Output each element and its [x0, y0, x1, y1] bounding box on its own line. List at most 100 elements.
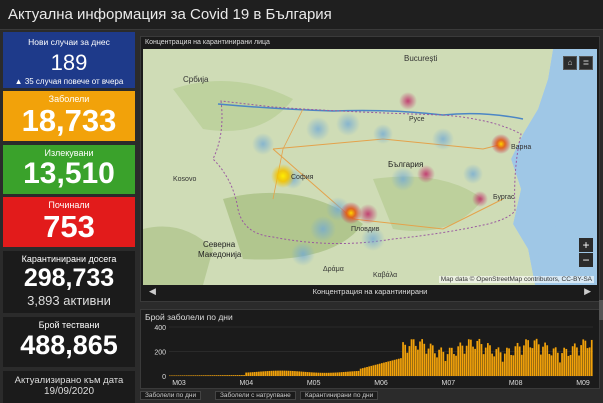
bar[interactable] — [351, 371, 353, 376]
bar[interactable] — [394, 360, 396, 376]
bar[interactable] — [451, 348, 453, 376]
bar[interactable] — [235, 375, 237, 376]
bar[interactable] — [489, 345, 491, 376]
bar[interactable] — [171, 375, 173, 376]
home-icon[interactable]: ⌂ — [563, 56, 577, 70]
bar[interactable] — [250, 372, 252, 376]
bar[interactable] — [256, 372, 258, 376]
bar[interactable] — [534, 340, 536, 376]
bar[interactable] — [421, 339, 423, 376]
bar[interactable] — [538, 344, 540, 376]
bar[interactable] — [262, 371, 264, 376]
bar[interactable] — [529, 347, 531, 376]
bar[interactable] — [440, 347, 442, 376]
bar[interactable] — [298, 371, 300, 376]
bar[interactable] — [281, 371, 283, 376]
bar[interactable] — [339, 372, 341, 376]
bar[interactable] — [220, 375, 222, 376]
bar[interactable] — [245, 373, 247, 376]
bar[interactable] — [345, 372, 347, 376]
bar[interactable] — [434, 353, 436, 376]
bar[interactable] — [243, 375, 245, 376]
bar[interactable] — [500, 352, 502, 376]
bar[interactable] — [578, 356, 580, 376]
bar[interactable] — [483, 354, 485, 376]
bar[interactable] — [411, 339, 413, 376]
chart-tab[interactable]: Заболели с натрупване — [215, 391, 296, 400]
bar[interactable] — [398, 359, 400, 376]
bar[interactable] — [587, 348, 589, 376]
bar[interactable] — [364, 368, 366, 376]
bar[interactable] — [551, 355, 553, 376]
bar[interactable] — [197, 375, 199, 376]
bar[interactable] — [305, 372, 307, 376]
bar[interactable] — [288, 371, 290, 376]
bar[interactable] — [464, 354, 466, 376]
bar[interactable] — [207, 375, 209, 376]
bar[interactable] — [582, 339, 584, 376]
bar[interactable] — [192, 375, 194, 376]
map-canvas[interactable]: București Србија Русе Варна България Соф… — [143, 49, 597, 285]
bar[interactable] — [343, 372, 345, 376]
bar[interactable] — [563, 348, 565, 376]
bar[interactable] — [237, 375, 239, 376]
bar[interactable] — [311, 372, 313, 376]
bar[interactable] — [205, 375, 207, 376]
bar[interactable] — [188, 375, 190, 376]
bar[interactable] — [303, 372, 305, 376]
bar[interactable] — [332, 373, 334, 376]
bar[interactable] — [273, 371, 275, 376]
bar[interactable] — [512, 355, 514, 376]
bar[interactable] — [214, 375, 216, 376]
bar[interactable] — [436, 357, 438, 376]
bar[interactable] — [277, 371, 279, 376]
bar[interactable] — [286, 371, 288, 376]
bar[interactable] — [203, 375, 205, 376]
bar[interactable] — [228, 375, 230, 376]
bar[interactable] — [326, 373, 328, 376]
bar[interactable] — [375, 365, 377, 376]
bar[interactable] — [224, 375, 226, 376]
bar[interactable] — [194, 375, 196, 376]
bar[interactable] — [493, 356, 495, 376]
bar[interactable] — [559, 362, 561, 376]
bar[interactable] — [574, 343, 576, 376]
bar[interactable] — [409, 346, 411, 376]
bar[interactable] — [447, 354, 449, 376]
bar[interactable] — [383, 363, 385, 376]
bar[interactable] — [370, 366, 372, 376]
bar[interactable] — [209, 375, 211, 376]
bar[interactable] — [385, 362, 387, 376]
bar[interactable] — [387, 361, 389, 376]
bar[interactable] — [324, 373, 326, 376]
bar[interactable] — [430, 344, 432, 376]
bar[interactable] — [233, 375, 235, 376]
bar[interactable] — [292, 371, 294, 376]
bar[interactable] — [396, 359, 398, 376]
bar[interactable] — [487, 343, 489, 376]
bar[interactable] — [527, 340, 529, 376]
bar[interactable] — [515, 346, 517, 376]
bar[interactable] — [400, 358, 402, 376]
bar[interactable] — [580, 345, 582, 376]
bar[interactable] — [479, 339, 481, 376]
bar[interactable] — [455, 356, 457, 376]
bar[interactable] — [462, 346, 464, 376]
bar[interactable] — [334, 373, 336, 376]
bar[interactable] — [428, 349, 430, 376]
bar[interactable] — [349, 372, 351, 376]
bar[interactable] — [294, 371, 296, 376]
bar[interactable] — [290, 371, 292, 376]
bar[interactable] — [453, 354, 455, 376]
bar[interactable] — [315, 373, 317, 376]
bar[interactable] — [591, 340, 593, 376]
bar[interactable] — [540, 355, 542, 376]
bar[interactable] — [201, 375, 203, 376]
bar[interactable] — [309, 372, 311, 376]
bar[interactable] — [389, 361, 391, 376]
bar[interactable] — [570, 355, 572, 376]
bar[interactable] — [585, 341, 587, 376]
bar[interactable] — [366, 367, 368, 376]
bar[interactable] — [557, 353, 559, 376]
bar[interactable] — [561, 353, 563, 376]
